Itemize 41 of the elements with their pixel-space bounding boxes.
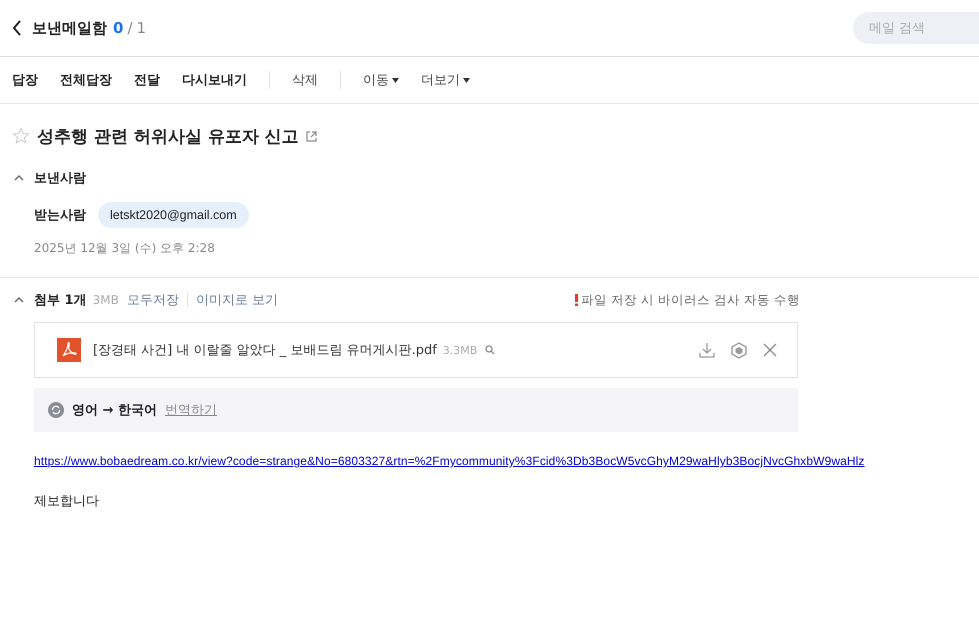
back-icon[interactable] — [12, 20, 22, 36]
chevron-icon[interactable] — [14, 297, 24, 303]
mail-date: 2025년 12월 3일 (수) 오후 2:28 — [33, 240, 216, 257]
count-separator: / — [127, 19, 132, 37]
caret-icon — [392, 78, 399, 82]
attachment-size: 3.3MB — [442, 344, 478, 356]
virus-scan-notice: 파일 저장 시 바이러스 검사 자동 수행 — [581, 292, 800, 308]
chevron-icon[interactable] — [14, 175, 24, 181]
search-icon[interactable] — [485, 345, 496, 355]
refresh-icon — [48, 402, 64, 418]
attachment-count: 첨부 1개 — [34, 292, 87, 309]
caret-icon — [463, 78, 470, 82]
menu-button[interactable]: 이동 — [363, 71, 399, 89]
popout-icon[interactable] — [306, 130, 317, 142]
exclamation-icon — [575, 294, 578, 306]
recipient-chip[interactable]: letskt2020@gmail.com — [98, 202, 249, 228]
search-field[interactable]: 메일 검색 — [853, 12, 979, 44]
star-icon[interactable] — [12, 127, 30, 145]
pdf-icon — [57, 338, 81, 362]
toolbar-button[interactable]: 답장 — [12, 71, 38, 89]
toolbar-button[interactable]: 전체답장 — [60, 71, 112, 89]
mail-subject: 성추행 관련 허위사실 유포자 신고 — [37, 126, 299, 148]
sender-label: 보낸사람 — [34, 170, 86, 187]
save-all-link[interactable]: 모두저장 — [126, 291, 179, 309]
toolbar-button[interactable]: 전달 — [134, 71, 160, 89]
translation-languages: 영어 → 한국어 — [72, 402, 157, 419]
close-icon[interactable] — [763, 343, 777, 357]
body-link[interactable]: https://www.bobaedream.co.kr/view?code=strange&No=6803327&rtn=%2Fmycommunity%3Fcid%3Db3BocW5vcGhyM29waHlyb3BocjNvcGhxbW9waHlz — [34, 454, 967, 468]
folder-title: 보낸메일함 — [32, 18, 107, 38]
hexagon-icon[interactable] — [731, 342, 747, 358]
download-icon[interactable] — [699, 342, 715, 358]
menu-button[interactable]: 더보기 — [421, 71, 470, 89]
read-count: 0 — [113, 19, 124, 37]
toolbar-button[interactable]: 삭제 — [292, 71, 318, 89]
total-count: 1 — [136, 19, 146, 37]
attachment-name[interactable]: [장경태 사건] 내 이랄줄 알았다 _ 보배드림 유머게시판.pdf — [93, 341, 437, 359]
body-text: 제보합니다 — [34, 493, 100, 510]
view-as-image-link[interactable]: 이미지로 보기 — [196, 291, 278, 309]
recipient-label: 받는사람 — [34, 207, 86, 224]
attachment-size: 3MB — [92, 293, 119, 307]
toolbar-button[interactable]: 다시보내기 — [182, 71, 247, 89]
